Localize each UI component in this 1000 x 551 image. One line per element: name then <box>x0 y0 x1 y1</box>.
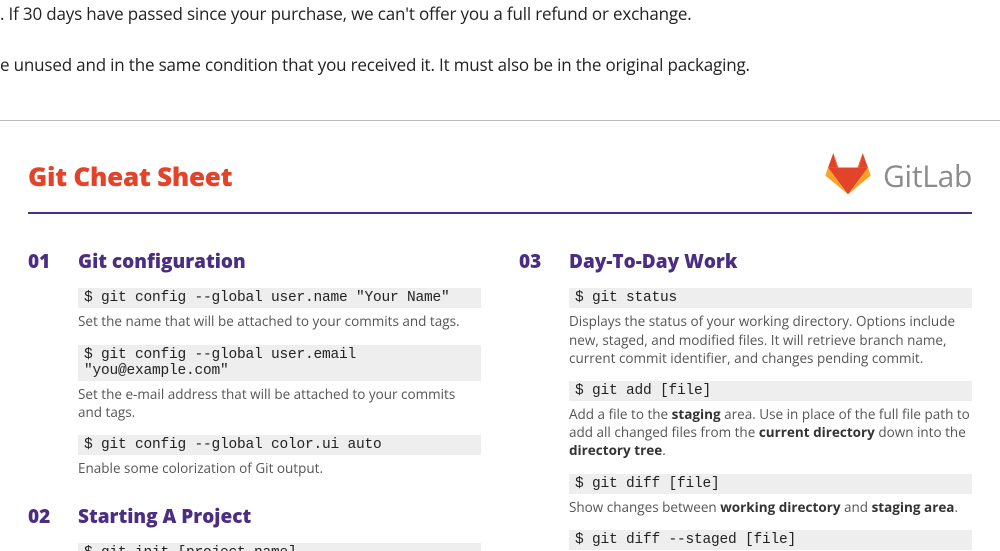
command: $ git status <box>569 288 972 308</box>
brand: GitLab <box>823 149 972 202</box>
section-number: 01 <box>28 248 64 274</box>
gitlab-logo-icon <box>823 149 873 202</box>
brand-name: GitLab <box>883 155 972 196</box>
sheet-header: Git Cheat Sheet GitLab <box>28 149 972 214</box>
command: $ git config --global color.ui auto <box>78 435 481 455</box>
section-number: 02 <box>28 503 64 529</box>
entry: $ git config --global color.ui auto Enab… <box>78 435 481 477</box>
columns: 01 Git configuration $ git config --glob… <box>28 248 972 551</box>
section-title: Starting A Project <box>78 503 251 529</box>
section-header: 02 Starting A Project <box>28 503 481 529</box>
description: Set the name that will be attached to yo… <box>78 312 481 330</box>
policy-line-1: . If 30 days have passed since your purc… <box>0 0 1000 27</box>
policy-text: . If 30 days have passed since your purc… <box>0 0 1000 121</box>
entry: $ git add [file] Add a file to the stagi… <box>569 381 972 460</box>
column-left: 01 Git configuration $ git config --glob… <box>28 248 481 551</box>
description: Set the e-mail address that will be atta… <box>78 385 481 421</box>
command: $ git config --global user.name "Your Na… <box>78 288 481 308</box>
entry: $ git config --global user.name "Your Na… <box>78 288 481 330</box>
command: $ git diff [file] <box>569 474 972 494</box>
column-right: 03 Day-To-Day Work $ git status Displays… <box>519 248 972 551</box>
section-number: 03 <box>519 248 555 274</box>
section-header: 03 Day-To-Day Work <box>519 248 972 274</box>
description: Enable some colorization of Git output. <box>78 459 481 477</box>
page-title: Git Cheat Sheet <box>28 158 232 194</box>
command: $ git diff --staged [file] <box>569 530 972 550</box>
description: Show changes between working directory a… <box>569 498 972 516</box>
section-header: 01 Git configuration <box>28 248 481 274</box>
command: $ git add [file] <box>569 381 972 401</box>
command: $ git config --global user.email "you@ex… <box>78 345 481 381</box>
entry: $ git diff --staged [file] Shows any cha… <box>569 530 972 551</box>
entry: $ git config --global user.email "you@ex… <box>78 345 481 421</box>
entry: $ git init [project name] Create a new l… <box>78 543 481 551</box>
command: $ git init [project name] <box>78 543 481 551</box>
entry: $ git status Displays the status of your… <box>569 288 972 367</box>
section-title: Day-To-Day Work <box>569 248 737 274</box>
section-title: Git configuration <box>78 248 246 274</box>
description: Displays the status of your working dire… <box>569 312 972 367</box>
description: Add a file to the staging area. Use in p… <box>569 405 972 460</box>
section-starting-a-project: 02 Starting A Project $ git init [projec… <box>28 503 481 551</box>
section-git-configuration: 01 Git configuration $ git config --glob… <box>28 248 481 477</box>
entry: $ git diff [file] Show changes between w… <box>569 474 972 516</box>
cheat-sheet: Git Cheat Sheet GitLab 0 <box>0 121 1000 551</box>
policy-line-2: e unused and in the same condition that … <box>0 51 1000 78</box>
section-day-to-day-work: 03 Day-To-Day Work $ git status Displays… <box>519 248 972 551</box>
